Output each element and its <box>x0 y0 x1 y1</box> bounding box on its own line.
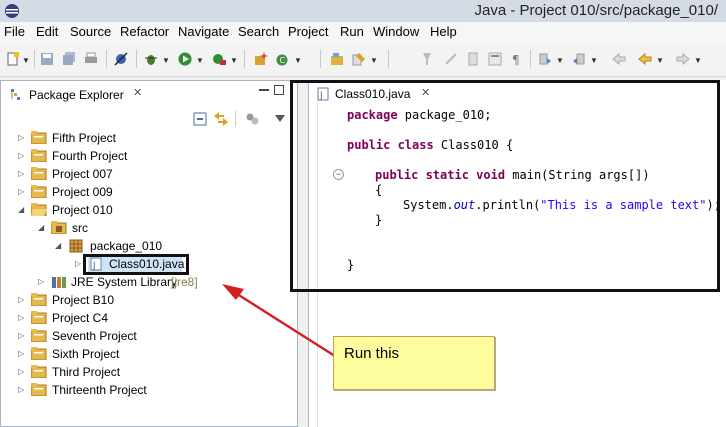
annotation-note: Run this <box>333 336 495 390</box>
note-text: Run this <box>344 345 400 362</box>
